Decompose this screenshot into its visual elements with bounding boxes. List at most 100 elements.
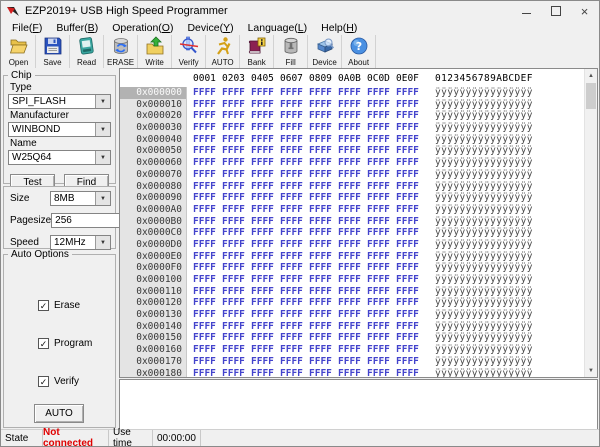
maximize-button[interactable] — [541, 1, 570, 21]
menu-buffer[interactable]: Buffer(B) — [49, 22, 105, 34]
menu-device[interactable]: Device(Y) — [180, 22, 240, 34]
hex-byte-group[interactable]: FFFF — [396, 368, 419, 378]
hex-byte-group[interactable]: FFFF — [280, 356, 303, 368]
hex-byte-group[interactable]: FFFF — [222, 122, 245, 134]
hex-byte-group[interactable]: FFFF — [193, 110, 216, 122]
hex-byte-group[interactable]: FFFF — [280, 239, 303, 251]
hex-byte-group[interactable]: FFFF — [309, 227, 332, 239]
checkbox-icon[interactable]: ✓ — [38, 376, 49, 387]
hex-byte-group[interactable]: FFFF — [396, 286, 419, 298]
hex-byte-group[interactable]: FFFF — [367, 332, 390, 344]
hex-byte-group[interactable]: FFFF — [367, 145, 390, 157]
hex-byte-group[interactable]: FFFF — [222, 309, 245, 321]
chevron-down-icon[interactable]: ▼ — [95, 151, 110, 164]
hex-byte-group[interactable]: FFFF — [338, 169, 361, 181]
hex-byte-group[interactable]: FFFF — [396, 169, 419, 181]
hex-row-address[interactable]: 0x000010 — [120, 99, 187, 111]
hex-byte-group[interactable]: FFFF — [193, 321, 216, 333]
toolbar-open-button[interactable]: Open — [2, 35, 36, 68]
checkbox-erase[interactable]: ✓Erase — [38, 300, 80, 311]
hex-row-address[interactable]: 0x0000C0 — [120, 227, 187, 239]
hex-byte-group[interactable]: FFFF — [338, 227, 361, 239]
hex-byte-group[interactable]: FFFF — [251, 169, 274, 181]
hex-byte-group[interactable]: FFFF — [396, 309, 419, 321]
hex-byte-group[interactable]: FFFF — [309, 145, 332, 157]
hex-byte-group[interactable]: FFFF — [222, 181, 245, 193]
hex-byte-group[interactable]: FFFF — [338, 368, 361, 378]
hex-byte-group[interactable]: FFFF — [367, 368, 390, 378]
minimize-button[interactable] — [512, 1, 541, 21]
hex-byte-group[interactable]: FFFF — [309, 181, 332, 193]
hex-byte-group[interactable]: FFFF — [309, 251, 332, 263]
hex-byte-group[interactable]: FFFF — [396, 262, 419, 274]
hex-byte-group[interactable]: FFFF — [367, 204, 390, 216]
hex-byte-group[interactable]: FFFF — [367, 216, 390, 228]
hex-byte-group[interactable]: FFFF — [193, 204, 216, 216]
hex-byte-group[interactable]: FFFF — [280, 227, 303, 239]
hex-byte-group[interactable]: FFFF — [338, 321, 361, 333]
hex-byte-group[interactable]: FFFF — [338, 157, 361, 169]
hex-byte-group[interactable]: FFFF — [251, 297, 274, 309]
hex-byte-group[interactable]: FFFF — [309, 309, 332, 321]
hex-row-address[interactable]: 0x000160 — [120, 344, 187, 356]
menu-help[interactable]: Help(H) — [314, 22, 364, 34]
hex-byte-group[interactable]: FFFF — [367, 157, 390, 169]
chevron-down-icon[interactable]: ▼ — [95, 192, 110, 205]
hex-byte-group[interactable]: FFFF — [251, 309, 274, 321]
hex-byte-group[interactable]: FFFF — [222, 332, 245, 344]
hex-byte-group[interactable]: FFFF — [338, 239, 361, 251]
hex-byte-group[interactable]: FFFF — [396, 332, 419, 344]
hex-row-address[interactable]: 0x000140 — [120, 321, 187, 333]
hex-byte-group[interactable]: FFFF — [309, 157, 332, 169]
hex-byte-group[interactable]: FFFF — [396, 204, 419, 216]
hex-byte-group[interactable]: FFFF — [309, 332, 332, 344]
hex-row-address[interactable]: 0x000040 — [120, 134, 187, 146]
hex-byte-group[interactable]: FFFF — [396, 192, 419, 204]
hex-byte-group[interactable]: FFFF — [338, 286, 361, 298]
hex-byte-group[interactable]: FFFF — [396, 87, 419, 99]
hex-byte-group[interactable]: FFFF — [367, 297, 390, 309]
hex-byte-group[interactable]: FFFF — [280, 87, 303, 99]
hex-byte-group[interactable]: FFFF — [367, 99, 390, 111]
hex-byte-group[interactable]: FFFF — [251, 157, 274, 169]
hex-byte-group[interactable]: FFFF — [309, 356, 332, 368]
hex-byte-group[interactable]: FFFF — [193, 286, 216, 298]
scrollbar-thumb[interactable] — [586, 83, 596, 109]
hex-byte-group[interactable]: FFFF — [222, 87, 245, 99]
hex-byte-group[interactable]: FFFF — [280, 286, 303, 298]
hex-row-address[interactable]: 0x000120 — [120, 297, 187, 309]
hex-byte-group[interactable]: FFFF — [396, 110, 419, 122]
hex-byte-group[interactable]: FFFF — [280, 251, 303, 263]
vertical-scrollbar[interactable]: ▲ ▼ — [584, 69, 597, 377]
hex-byte-group[interactable]: FFFF — [280, 274, 303, 286]
hex-byte-group[interactable]: FFFF — [280, 192, 303, 204]
hex-byte-group[interactable]: FFFF — [193, 227, 216, 239]
hex-byte-group[interactable]: FFFF — [367, 262, 390, 274]
hex-byte-group[interactable]: FFFF — [222, 274, 245, 286]
hex-byte-group[interactable]: FFFF — [280, 368, 303, 378]
hex-byte-group[interactable]: FFFF — [367, 344, 390, 356]
hex-byte-group[interactable]: FFFF — [367, 251, 390, 263]
hex-byte-group[interactable]: FFFF — [338, 344, 361, 356]
hex-byte-group[interactable]: FFFF — [338, 134, 361, 146]
chip-type-select[interactable]: SPI_FLASH ▼ — [8, 94, 111, 109]
hex-byte-group[interactable]: FFFF — [193, 297, 216, 309]
hex-byte-group[interactable]: FFFF — [396, 145, 419, 157]
hex-byte-group[interactable]: FFFF — [251, 134, 274, 146]
chip-name-select[interactable]: W25Q64 ▼ — [8, 150, 111, 165]
auto-button[interactable]: AUTO — [34, 404, 84, 423]
hex-byte-group[interactable]: FFFF — [396, 227, 419, 239]
hex-row-address[interactable]: 0x000030 — [120, 122, 187, 134]
hex-byte-group[interactable]: FFFF — [367, 87, 390, 99]
hex-row-address[interactable]: 0x000050 — [120, 145, 187, 157]
size-select[interactable]: 8MB ▼ — [50, 191, 111, 206]
hex-byte-group[interactable]: FFFF — [251, 274, 274, 286]
hex-byte-group[interactable]: FFFF — [193, 368, 216, 378]
hex-byte-group[interactable]: FFFF — [309, 122, 332, 134]
hex-byte-group[interactable]: FFFF — [280, 309, 303, 321]
hex-byte-group[interactable]: FFFF — [338, 192, 361, 204]
hex-byte-group[interactable]: FFFF — [193, 87, 216, 99]
hex-byte-group[interactable]: FFFF — [251, 145, 274, 157]
hex-byte-group[interactable]: FFFF — [222, 286, 245, 298]
checkbox-icon[interactable]: ✓ — [38, 338, 49, 349]
